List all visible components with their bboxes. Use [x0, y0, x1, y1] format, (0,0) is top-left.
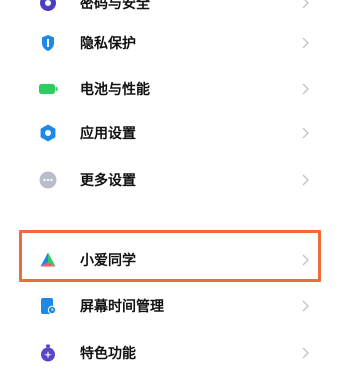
settings-item-app-settings[interactable]: 应用设置 — [0, 110, 350, 156]
settings-item-label: 屏幕时间管理 — [80, 299, 164, 315]
settings-item-label: 应用设置 — [80, 126, 136, 142]
settings-item-xiaoai[interactable]: 小爱同学 — [0, 237, 350, 283]
lock-icon — [38, 0, 58, 13]
more-icon — [38, 170, 58, 190]
chevron-right-icon — [302, 174, 309, 186]
gear-icon — [38, 123, 58, 143]
settings-item-privacy[interactable]: 隐私保护 — [0, 20, 350, 66]
settings-item-features[interactable]: 特色功能 — [0, 330, 350, 376]
settings-item-label: 隐私保护 — [80, 36, 136, 52]
feature-icon — [38, 343, 58, 363]
settings-item-label: 更多设置 — [80, 173, 136, 189]
chevron-right-icon — [302, 300, 309, 312]
settings-item-more-settings[interactable]: 更多设置 — [0, 157, 350, 203]
shield-icon — [38, 33, 58, 53]
battery-icon — [38, 79, 58, 99]
settings-item-label: 小爱同学 — [80, 253, 136, 269]
settings-item-label: 特色功能 — [80, 346, 136, 362]
settings-item-battery[interactable]: 电池与性能 — [0, 66, 350, 112]
settings-item-label: 密码与安全 — [80, 0, 150, 12]
settings-item-screen-time[interactable]: 屏幕时间管理 — [0, 283, 350, 329]
chevron-right-icon — [302, 0, 309, 9]
chevron-right-icon — [302, 37, 309, 49]
chevron-right-icon — [302, 83, 309, 95]
screen-time-icon — [38, 296, 58, 316]
xiaoai-icon — [38, 250, 58, 270]
chevron-right-icon — [302, 347, 309, 359]
settings-item-label: 电池与性能 — [80, 82, 150, 98]
chevron-right-icon — [302, 254, 309, 266]
chevron-right-icon — [302, 127, 309, 139]
